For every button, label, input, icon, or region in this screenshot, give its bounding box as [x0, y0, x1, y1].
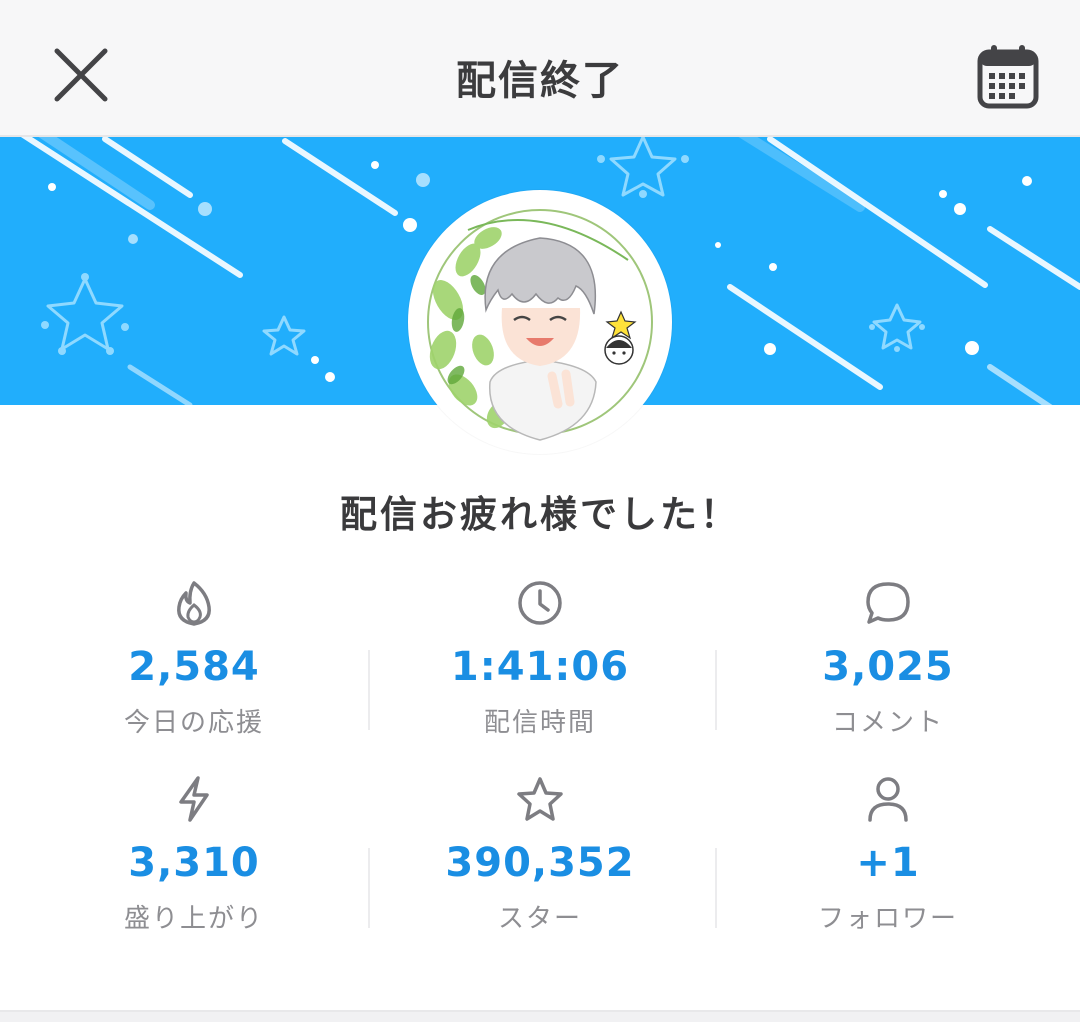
calendar-icon — [977, 45, 1039, 109]
stat-value: 2,584 — [128, 644, 260, 690]
avatar-illustration — [427, 209, 653, 441]
stat-label: 盛り上がり — [123, 904, 264, 934]
stat-value: 390,352 — [445, 840, 635, 886]
stat-label: コメント — [831, 708, 944, 738]
stat-label: フォロワー — [817, 904, 958, 934]
stat-value: +1 — [856, 840, 920, 886]
person-icon — [868, 777, 908, 822]
stat-followers: +1 フォロワー — [708, 756, 1068, 946]
stat-value: 3,310 — [128, 840, 260, 886]
page-title: 配信終了 — [456, 58, 624, 104]
stat-support: 2,584 今日の応援 — [14, 560, 374, 750]
clock-icon — [518, 581, 562, 625]
calendar-button[interactable] — [966, 34, 1050, 118]
stat-value: 3,025 — [822, 644, 954, 690]
comment-icon — [866, 582, 910, 624]
stat-excitement: 3,310 盛り上がり — [14, 756, 374, 946]
lightning-icon — [179, 776, 209, 822]
star-icon — [517, 777, 563, 821]
stat-label: スター — [497, 904, 582, 934]
stat-label: 今日の応援 — [123, 708, 264, 738]
stat-comments: 3,025 コメント — [708, 560, 1068, 750]
stats-grid: 2,584 今日の応援 1:41:06 配信時間 3,025 コメント 3,31… — [0, 560, 1080, 950]
stat-value: 1:41:06 — [450, 644, 630, 690]
header-bar: 配信終了 — [0, 0, 1080, 137]
avatar[interactable] — [408, 190, 672, 454]
stat-duration: 1:41:06 配信時間 — [360, 560, 720, 750]
flame-icon — [177, 581, 211, 626]
footer-divider — [0, 1010, 1080, 1022]
greeting-message: 配信お疲れ様でした！ — [340, 493, 740, 536]
stat-label: 配信時間 — [483, 708, 596, 738]
stat-stars: 390,352 スター — [360, 756, 720, 946]
